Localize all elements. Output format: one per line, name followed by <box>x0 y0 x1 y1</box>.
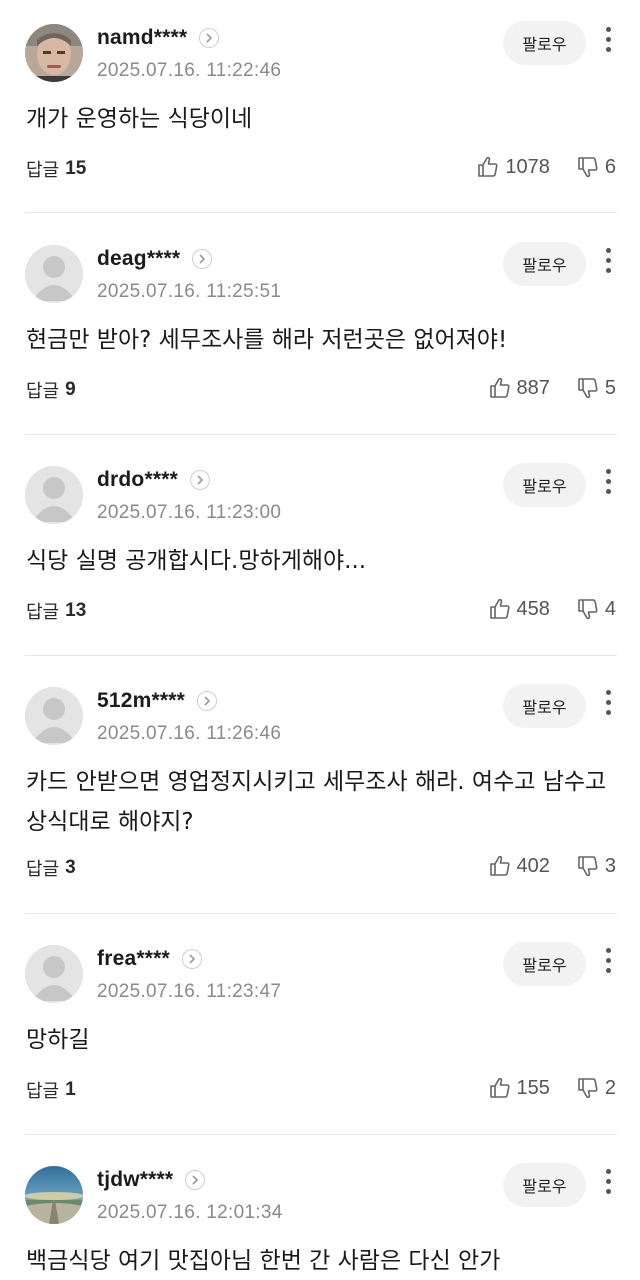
divider <box>25 434 617 435</box>
reply-link[interactable]: 답글 15 <box>26 156 86 182</box>
reply-count: 9 <box>65 379 76 400</box>
thumbs-up-icon <box>478 156 498 177</box>
reply-label: 답글 <box>26 160 60 181</box>
comment-text: 식당 실명 공개합시다.망하게해야... <box>26 548 367 574</box>
chevron-right-icon[interactable] <box>189 470 210 490</box>
reply-link[interactable]: 답글 9 <box>26 377 76 403</box>
divider <box>25 655 617 656</box>
reply-label: 답글 <box>26 1081 60 1102</box>
username[interactable]: tjdw**** <box>97 1168 173 1192</box>
comment-timestamp: 2025.07.16. 11:25:51 <box>97 281 282 302</box>
thumbs-up-icon <box>489 377 510 398</box>
dislike-button[interactable]: 4 <box>576 597 616 621</box>
reply-count: 1 <box>65 1079 76 1100</box>
follow-button[interactable]: 팔로우 <box>503 21 586 65</box>
chevron-right-icon[interactable] <box>185 1170 206 1190</box>
reply-link[interactable]: 답글 13 <box>26 598 86 624</box>
avatar[interactable] <box>25 687 83 745</box>
chevron-right-icon[interactable] <box>181 949 202 969</box>
username[interactable]: frea**** <box>97 947 170 971</box>
more-options-icon[interactable] <box>598 687 618 717</box>
dislike-count: 5 <box>604 376 616 399</box>
comment-text: 망하길 <box>26 1027 90 1053</box>
thumbs-up-icon <box>489 598 510 619</box>
dislike-count: 4 <box>604 597 616 620</box>
more-options-icon[interactable] <box>598 466 618 496</box>
more-options-icon[interactable] <box>598 245 618 275</box>
avatar[interactable] <box>25 945 83 1003</box>
dislike-count: 2 <box>604 1076 616 1099</box>
username[interactable]: 512m**** <box>97 689 185 713</box>
follow-button[interactable]: 팔로우 <box>503 1163 586 1207</box>
like-count: 887 <box>516 376 550 399</box>
dislike-button[interactable]: 3 <box>576 854 616 878</box>
like-count: 1078 <box>505 155 550 178</box>
avatar[interactable] <box>25 1166 83 1224</box>
comment-timestamp: 2025.07.16. 11:22:46 <box>97 60 282 81</box>
reply-count: 13 <box>65 600 87 621</box>
username[interactable]: namd**** <box>97 26 187 50</box>
reply-link[interactable]: 답글 1 <box>26 1077 76 1103</box>
username[interactable]: drdo**** <box>97 468 178 492</box>
divider <box>25 913 617 914</box>
like-button[interactable]: 155 <box>488 1076 550 1100</box>
like-count: 458 <box>516 597 550 620</box>
avatar[interactable] <box>25 24 83 82</box>
reply-label: 답글 <box>26 602 60 623</box>
like-button[interactable]: 402 <box>488 854 550 878</box>
thumbs-down-icon <box>578 856 598 877</box>
more-options-icon[interactable] <box>598 945 618 975</box>
avatar[interactable] <box>25 466 83 524</box>
dislike-button[interactable]: 5 <box>576 376 616 400</box>
divider <box>25 212 617 213</box>
avatar[interactable] <box>25 245 83 303</box>
username[interactable]: deag**** <box>97 247 180 271</box>
chevron-right-icon[interactable] <box>199 28 220 48</box>
like-button[interactable]: 1078 <box>476 155 550 179</box>
thumbs-down-icon <box>578 157 598 178</box>
divider <box>25 1134 617 1135</box>
chevron-right-icon[interactable] <box>192 249 213 269</box>
reply-count: 15 <box>65 158 87 179</box>
more-options-icon[interactable] <box>598 24 618 54</box>
thumbs-up-icon <box>489 1077 510 1098</box>
comment-text: 카드 안받으면 영업정지시키고 세무조사 해라. 여수고 남수고 상식대로 해야… <box>26 769 607 835</box>
dislike-count: 3 <box>604 854 616 877</box>
reply-count: 3 <box>65 857 76 878</box>
comment-timestamp: 2025.07.16. 11:26:46 <box>97 723 282 744</box>
thumbs-down-icon <box>578 1078 598 1099</box>
reply-label: 답글 <box>26 859 60 880</box>
chevron-right-icon[interactable] <box>197 691 217 711</box>
comment-timestamp: 2025.07.16. 12:01:34 <box>97 1202 283 1223</box>
like-count: 402 <box>516 854 550 877</box>
follow-button[interactable]: 팔로우 <box>503 242 586 286</box>
dislike-button[interactable]: 6 <box>576 155 616 179</box>
comment-text: 개가 운영하는 식당이네 <box>26 106 253 132</box>
reply-label: 답글 <box>26 381 60 402</box>
thumbs-down-icon <box>578 378 598 399</box>
comment-timestamp: 2025.07.16. 11:23:47 <box>97 981 282 1002</box>
follow-button[interactable]: 팔로우 <box>503 942 586 986</box>
like-button[interactable]: 458 <box>488 597 550 621</box>
reply-link[interactable]: 답글 3 <box>26 855 76 881</box>
more-options-icon[interactable] <box>598 1166 618 1196</box>
thumbs-down-icon <box>578 599 598 620</box>
comment-text: 백금식당 여기 맛집아님 한번 간 사람은 다신 안가 <box>26 1248 501 1274</box>
dislike-count: 6 <box>604 155 616 178</box>
comment-list: namd**** 2025.07.16. 11:22:46 팔로우 개가 운영하… <box>0 0 640 1280</box>
follow-button[interactable]: 팔로우 <box>503 463 586 507</box>
comment-timestamp: 2025.07.16. 11:23:00 <box>97 502 282 523</box>
dislike-button[interactable]: 2 <box>576 1076 616 1100</box>
like-count: 155 <box>516 1076 550 1099</box>
comment-text: 현금만 받아? 세무조사를 해라 저런곳은 없어져야! <box>26 327 508 353</box>
follow-button[interactable]: 팔로우 <box>503 684 586 728</box>
like-button[interactable]: 887 <box>488 376 550 400</box>
thumbs-up-icon <box>489 855 510 876</box>
